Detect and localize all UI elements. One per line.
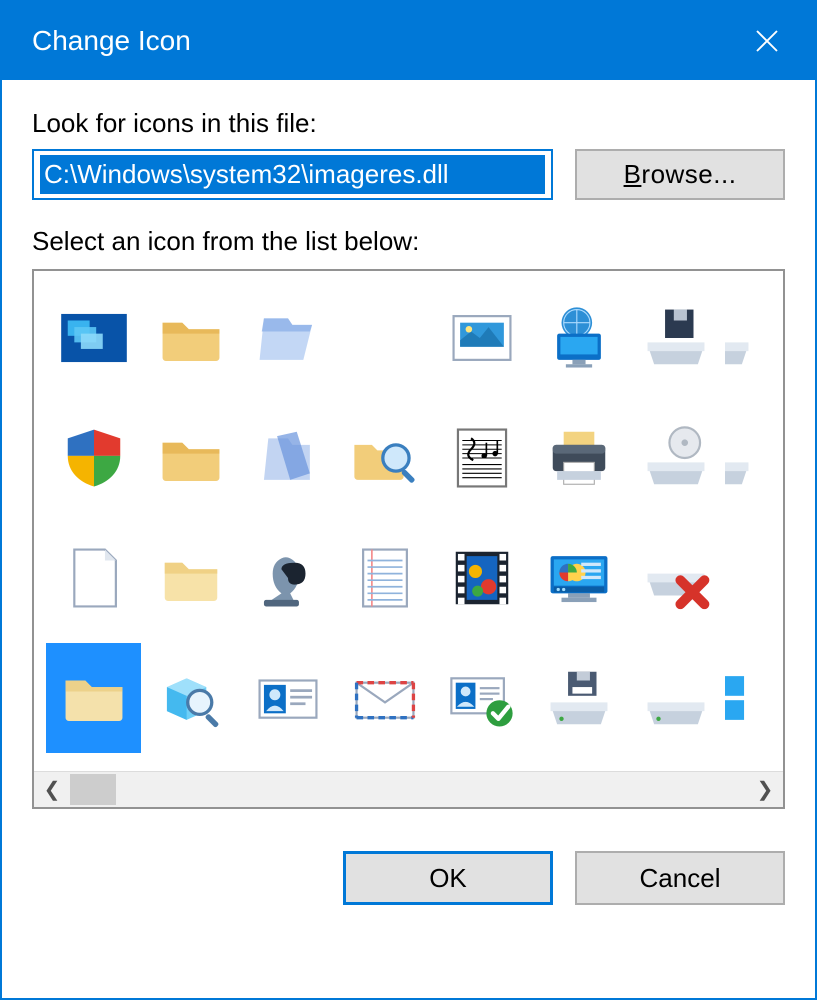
icon-cell-folder-search[interactable] [337, 403, 432, 513]
browse-button[interactable]: Browse... [575, 149, 785, 200]
contact-card-icon [253, 663, 323, 733]
folder-selected-icon [59, 663, 129, 733]
horizontal-scrollbar[interactable]: ❮ ❯ [34, 771, 783, 807]
icon-cell-folder-1[interactable] [143, 283, 238, 393]
video-film-icon [447, 543, 517, 613]
windows-partial-icon [725, 663, 755, 733]
icon-cell-contact-card-ok[interactable] [434, 643, 529, 753]
folder-search-icon [350, 423, 420, 493]
icon-cell-video[interactable] [434, 523, 529, 633]
icon-cell-music-sheet[interactable] [434, 403, 529, 513]
icon-cell-folder-selected[interactable] [46, 643, 141, 753]
select-label: Select an icon from the list below: [32, 226, 785, 257]
chess-games-icon [253, 543, 323, 613]
blank-document-icon [59, 543, 129, 613]
drive-partial-2-icon [725, 423, 755, 493]
icon-cell-contact-card[interactable] [240, 643, 335, 753]
mail-envelope-icon [350, 663, 420, 733]
save-floppy-icon [544, 663, 614, 733]
notepad-lines-icon [350, 543, 420, 613]
scroll-track[interactable] [70, 772, 747, 807]
picture-icon [447, 303, 517, 373]
music-sheet-icon [447, 423, 517, 493]
scroll-thumb[interactable] [70, 774, 116, 805]
cancel-button[interactable]: Cancel [575, 851, 785, 905]
close-icon [752, 26, 782, 56]
disc-drive-icon [641, 423, 711, 493]
icon-cell-drive-error[interactable] [628, 523, 723, 633]
icon-cell-control-panel[interactable] [531, 523, 626, 633]
icon-cell-games[interactable] [240, 523, 335, 633]
icon-list-box: ❮ ❯ [32, 269, 785, 809]
dialog-title: Change Icon [32, 25, 191, 57]
icon-cell-empty-2[interactable] [725, 523, 755, 633]
folder-icon [156, 303, 226, 373]
icon-cell-search-cube[interactable] [143, 643, 238, 753]
icon-cell-shield[interactable] [46, 403, 141, 513]
drive-floppy-icon [641, 303, 711, 373]
path-input-container[interactable] [32, 149, 553, 200]
icon-cell-blank-doc[interactable] [46, 523, 141, 633]
monitor-globe-icon [544, 303, 614, 373]
icon-cell-printer[interactable] [531, 403, 626, 513]
look-for-label: Look for icons in this file: [32, 108, 785, 139]
icon-cell-folder-2[interactable] [143, 403, 238, 513]
icon-cell-picture[interactable] [434, 283, 529, 393]
icon-cell-partial-2[interactable] [725, 403, 755, 513]
icon-cell-folder-blue-glass[interactable] [240, 403, 335, 513]
scroll-right-button[interactable]: ❯ [747, 772, 783, 807]
icon-cell-drive-plain[interactable] [628, 643, 723, 753]
icon-cell-save-floppy[interactable] [531, 643, 626, 753]
scroll-left-button[interactable]: ❮ [34, 772, 70, 807]
close-button[interactable] [741, 15, 793, 67]
desktop-thumbnails-icon [59, 303, 129, 373]
path-input[interactable] [40, 155, 545, 194]
dialog-footer: OK Cancel [2, 809, 815, 905]
ok-button[interactable]: OK [343, 851, 553, 905]
search-cube-icon [156, 663, 226, 733]
icon-cell-windows-partial[interactable] [725, 643, 755, 753]
icon-cell-notepad[interactable] [337, 523, 432, 633]
icon-cell-disc-drive[interactable] [628, 403, 723, 513]
icon-cell-desktop-thumbnails[interactable] [46, 283, 141, 393]
icon-cell-mail[interactable] [337, 643, 432, 753]
icon-cell-partial-1[interactable] [725, 283, 755, 393]
folder-blue-glass-icon [253, 423, 323, 493]
icon-cell-monitor-globe[interactable] [531, 283, 626, 393]
drive-partial-icon [725, 303, 755, 373]
icon-cell-folder-light[interactable] [143, 523, 238, 633]
folder-open-glass-icon [253, 303, 323, 373]
title-bar: Change Icon [2, 2, 815, 80]
security-shield-icon [59, 423, 129, 493]
folder-light-icon [156, 543, 226, 613]
contact-card-ok-icon [447, 663, 517, 733]
control-panel-icon [544, 543, 614, 613]
folder-icon [156, 423, 226, 493]
drive-icon [641, 663, 711, 733]
icon-grid [46, 283, 777, 763]
drive-error-icon [641, 543, 711, 613]
icon-cell-folder-glass-1[interactable] [240, 283, 335, 393]
icon-cell-drive-floppy[interactable] [628, 283, 723, 393]
printer-icon [544, 423, 614, 493]
icon-cell-empty-1[interactable] [337, 283, 432, 393]
